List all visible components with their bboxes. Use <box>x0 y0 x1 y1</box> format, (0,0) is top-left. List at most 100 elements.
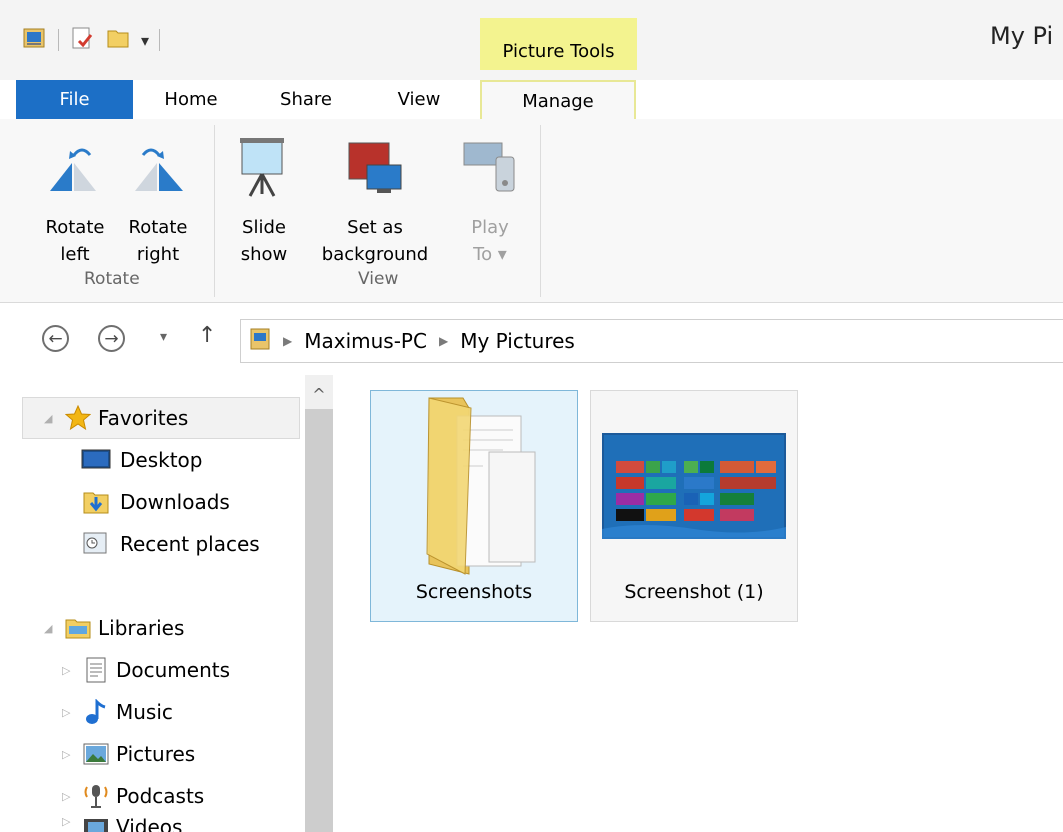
expand-icon[interactable]: ▷ <box>62 748 76 761</box>
set-background-label-2: background <box>321 244 429 265</box>
podcasts-icon <box>82 782 110 810</box>
tree-item-music[interactable]: ▷ Music <box>62 692 173 732</box>
forward-button[interactable]: → <box>98 325 125 352</box>
videos-icon <box>82 815 110 832</box>
tree-item-documents[interactable]: ▷ Documents <box>62 650 230 690</box>
rotate-right-label-1: Rotate <box>128 217 188 238</box>
tree-item-pictures[interactable]: ▷ Pictures <box>62 734 195 774</box>
tree-item-downloads[interactable]: Downloads <box>80 482 230 522</box>
ribbon-separator <box>540 125 541 297</box>
play-to-label-1: Play <box>471 217 509 238</box>
tab-home[interactable]: Home <box>156 80 226 119</box>
tab-file[interactable]: File <box>16 80 133 119</box>
tab-view[interactable]: View <box>384 80 454 119</box>
downloads-icon <box>80 488 112 516</box>
tree-item-libraries[interactable]: ◢ Libraries <box>44 608 184 648</box>
desktop-icon <box>80 446 112 474</box>
customize-qat-icon[interactable]: ▾ <box>141 31 149 50</box>
rotate-left-button[interactable]: Rotate left <box>38 119 112 268</box>
arrow-right-icon: → <box>104 328 119 349</box>
rotate-right-icon <box>127 119 189 214</box>
rotate-right-label-2: right <box>136 244 180 265</box>
tree-item-recent-places[interactable]: Recent places <box>80 524 260 564</box>
set-background-label-1: Set as <box>347 217 403 238</box>
window-title: My Pi <box>990 22 1054 50</box>
set-background-icon <box>343 119 407 214</box>
file-item-folder[interactable]: Screenshots <box>370 390 578 622</box>
ribbon-separator <box>214 125 215 297</box>
tree-label: Pictures <box>116 742 196 766</box>
file-item-image[interactable]: Screenshot (1) <box>590 390 798 622</box>
tree-item-desktop[interactable]: Desktop <box>80 440 202 480</box>
tree-label: Downloads <box>120 490 230 514</box>
expand-icon[interactable]: ▷ <box>62 815 76 828</box>
back-button[interactable]: ← <box>42 325 69 352</box>
picture-tools-context-tab: Picture Tools <box>480 18 637 70</box>
rotate-left-icon <box>44 119 106 214</box>
slideshow-button[interactable]: Slide show <box>230 119 298 268</box>
slideshow-icon <box>236 119 292 214</box>
breadcrumb-my-pictures[interactable]: My Pictures <box>460 329 575 353</box>
rotate-left-label-2: left <box>60 244 90 265</box>
chevron-up-icon: ^ <box>312 384 326 404</box>
properties-icon[interactable] <box>69 25 95 55</box>
rotate-right-button[interactable]: Rotate right <box>118 119 198 268</box>
folder-icon <box>409 391 539 581</box>
new-folder-icon[interactable] <box>105 25 131 55</box>
up-button[interactable]: ↑ <box>198 323 216 348</box>
nav-scrollbar-thumb[interactable] <box>305 409 333 832</box>
expand-icon[interactable]: ▷ <box>62 706 76 719</box>
breadcrumb-maximus-pc[interactable]: Maximus-PC <box>304 329 427 353</box>
star-icon <box>64 404 92 432</box>
ribbon-tab-bar: File Home Share View Manage <box>0 80 1063 121</box>
documents-icon <box>82 656 110 684</box>
view-group-label: View <box>358 269 399 289</box>
image-thumbnail <box>602 391 786 581</box>
collapse-icon[interactable]: ◢ <box>44 412 58 425</box>
slideshow-label-1: Slide <box>242 217 286 238</box>
tree-label: Desktop <box>120 448 203 472</box>
tree-label: Favorites <box>98 406 189 430</box>
slideshow-label-2: show <box>240 244 288 265</box>
rotate-group-label: Rotate <box>84 269 140 289</box>
tree-label: Podcasts <box>116 784 205 808</box>
item-name: Screenshot (1) <box>624 581 764 603</box>
recent-places-icon <box>80 530 112 558</box>
set-as-background-button[interactable]: Set as background <box>308 119 442 268</box>
recent-locations-dropdown[interactable]: ▾ <box>160 329 167 345</box>
expand-icon[interactable]: ▷ <box>62 664 76 677</box>
tree-label: Music <box>116 700 173 724</box>
quick-access-toolbar: ▾ <box>22 24 161 56</box>
tree-label: Documents <box>116 658 231 682</box>
tree-item-podcasts[interactable]: ▷ Podcasts <box>62 776 204 816</box>
breadcrumb-arrow-icon[interactable]: ▶ <box>283 334 292 348</box>
qat-separator <box>159 29 161 51</box>
tree-item-videos[interactable]: ▷ Videos <box>62 815 182 832</box>
address-bar[interactable]: ▶ Maximus-PC ▶ My Pictures <box>240 319 1063 363</box>
scroll-up-button[interactable]: ^ <box>305 380 333 408</box>
arrow-up-icon: ↑ <box>198 323 217 348</box>
play-to-label-2: To ▾ <box>473 244 507 265</box>
tab-manage[interactable]: Manage <box>480 80 636 121</box>
collapse-icon[interactable]: ◢ <box>44 622 58 635</box>
item-name: Screenshots <box>415 581 533 603</box>
tree-label: Videos <box>116 815 183 832</box>
ribbon: Rotate left Rotate right Rotate Slide sh… <box>0 119 1063 303</box>
tree-label: Recent places <box>120 532 260 556</box>
location-icon <box>249 327 271 356</box>
play-to-button[interactable]: Play To ▾ <box>452 119 528 268</box>
qat-separator <box>58 29 59 51</box>
arrow-left-icon: ← <box>48 328 63 349</box>
pictures-icon <box>82 740 110 768</box>
tab-share[interactable]: Share <box>266 80 346 119</box>
tree-label: Libraries <box>98 616 185 640</box>
music-icon <box>82 698 110 726</box>
explorer-icon[interactable] <box>22 25 48 55</box>
expand-icon[interactable]: ▷ <box>62 790 76 803</box>
navigation-bar: ← → ▾ ↑ ▶ Maximus-PC ▶ My Pictures <box>0 303 1063 375</box>
tree-item-favorites[interactable]: ◢ Favorites <box>44 398 188 438</box>
breadcrumb-arrow-icon[interactable]: ▶ <box>439 334 448 348</box>
play-to-icon <box>460 119 520 214</box>
libraries-icon <box>64 614 92 642</box>
rotate-left-label-1: Rotate <box>45 217 105 238</box>
